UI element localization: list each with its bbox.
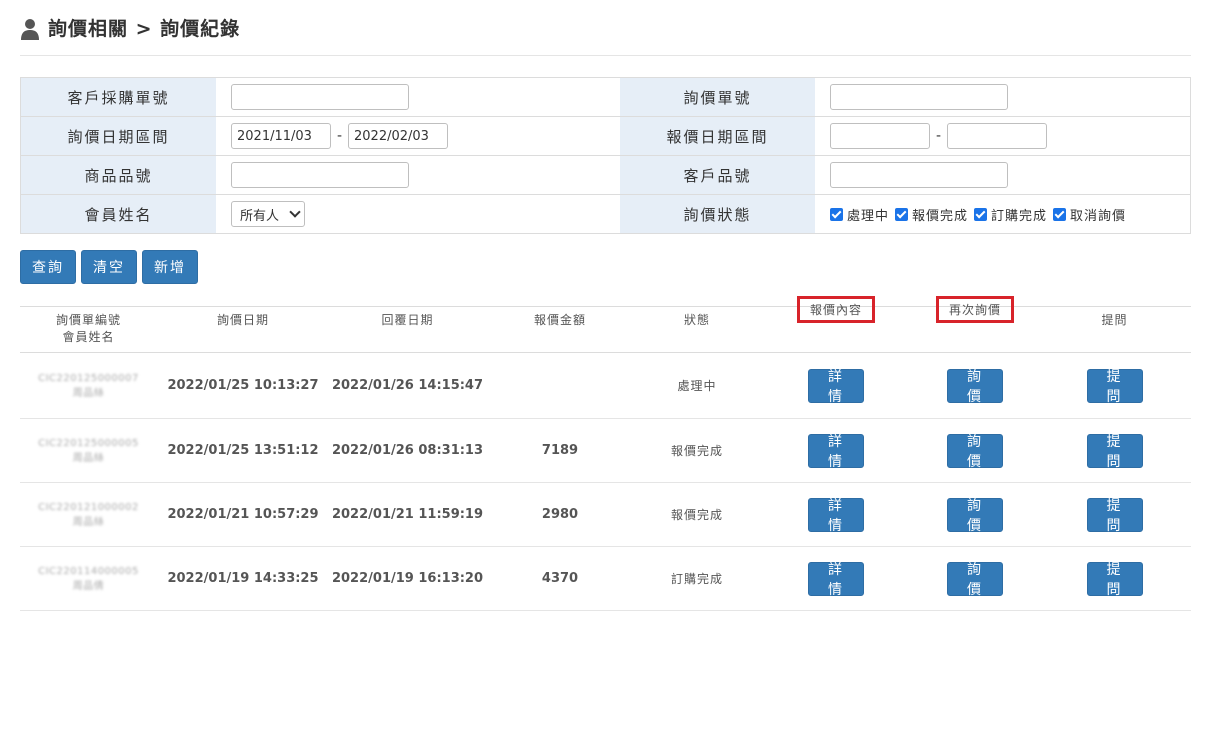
status-option-label: 處理中 (847, 208, 890, 224)
quote-date-from-input[interactable] (830, 123, 930, 149)
status-cell: 處理中 (634, 352, 760, 419)
reinquire-button[interactable]: 詢價 (947, 368, 1003, 405)
clear-button[interactable]: 清空 (81, 250, 137, 284)
amount-cell (486, 352, 634, 419)
header-detail-highlight: 報價內容 (796, 296, 875, 323)
detail-button[interactable]: 詳情 (808, 368, 864, 405)
header-question: 提問 (1038, 306, 1191, 353)
chevron-down-icon (289, 206, 301, 218)
product-no-input[interactable] (231, 162, 409, 188)
detail-button[interactable]: 詳情 (808, 497, 864, 534)
status-checkbox-quoted[interactable] (895, 207, 909, 221)
status-option-label: 訂購完成 (991, 208, 1048, 224)
page-title: 詢價相關 > 詢價紀錄 (48, 18, 241, 40)
header-reply-date: 回覆日期 (329, 306, 486, 353)
status-option-label: 取消詢價 (1070, 208, 1127, 224)
question-button[interactable]: 提問 (1086, 561, 1143, 598)
customer-po-label: 客戶採購單號 (20, 77, 216, 117)
amount-cell: 4370 (486, 546, 634, 611)
status-cell: 報價完成 (634, 482, 760, 547)
user-icon (20, 18, 40, 40)
reinquire-button[interactable]: 詢價 (947, 433, 1003, 470)
inquiry-id: CIC220125000005 (38, 437, 139, 449)
reply-date-cell: 2022/01/26 08:31:13 (329, 418, 486, 483)
header-amount: 報價金額 (486, 306, 634, 353)
date-separator: - (336, 127, 343, 144)
reply-date-cell: 2022/01/19 16:13:20 (329, 546, 486, 611)
quote-date-label: 報價日期區間 (620, 116, 815, 156)
status-checkbox-group: 處理中 報價完成 訂購完成 取消詢價 (830, 205, 1190, 224)
reinquire-button[interactable]: 詢價 (947, 561, 1003, 598)
inquiry-date-cell: 2022/01/21 10:57:29 (157, 482, 329, 547)
inquiry-date-label: 詢價日期區間 (20, 116, 216, 156)
action-buttons: 查詢 清空 新增 (20, 250, 1191, 284)
page: 詢價相關 > 詢價紀錄 客戶採購單號 詢價單號 詢價日期區間 - 報價日期區間 … (20, 0, 1191, 611)
status-cell: 訂購完成 (634, 546, 760, 611)
member-select[interactable]: 所有人 (231, 201, 305, 227)
header-reinquire: 再次詢價 (912, 296, 1038, 353)
status-checkbox-processing[interactable] (830, 207, 843, 221)
member-select-value: 所有人 (240, 208, 280, 224)
reply-date-cell: 2022/01/21 11:59:19 (329, 482, 486, 547)
search-form: 客戶採購單號 詢價單號 詢價日期區間 - 報價日期區間 - 商品品號 客戶 (20, 77, 1191, 234)
amount-cell: 7189 (486, 418, 634, 483)
inquiry-date-cell: 2022/01/19 14:33:25 (157, 546, 329, 611)
status-checkbox-ordered[interactable] (974, 207, 988, 221)
inquiry-date-cell: 2022/01/25 10:13:27 (157, 352, 329, 419)
header-reinquire-highlight: 再次詢價 (935, 296, 1014, 323)
reply-date-cell: 2022/01/26 14:15:47 (329, 352, 486, 419)
inquiry-id: CIC220114000005 (38, 565, 139, 577)
reinquire-button[interactable]: 詢價 (947, 497, 1003, 534)
query-button[interactable]: 查詢 (20, 250, 76, 284)
header-id-line2: 會員姓名 (62, 330, 115, 344)
inquiry-no-label: 詢價單號 (620, 77, 815, 117)
member-name: 周品絲 (72, 387, 105, 399)
customer-part-input[interactable] (830, 162, 1008, 188)
customer-part-label: 客戶品號 (620, 155, 815, 195)
date-separator: - (935, 127, 942, 144)
inquiry-date-cell: 2022/01/25 13:51:12 (157, 418, 329, 483)
inquiry-id-cell: CIC220125000007 周品絲 (20, 352, 157, 419)
quote-date-to-input[interactable] (947, 123, 1047, 149)
inquiry-no-input[interactable] (830, 84, 1008, 110)
status-label: 詢價狀態 (620, 194, 815, 234)
detail-button[interactable]: 詳情 (808, 561, 864, 598)
page-header: 詢價相關 > 詢價紀錄 (20, 0, 1191, 56)
question-button[interactable]: 提問 (1086, 368, 1143, 405)
inquiry-id-cell: CIC220125000005 周品絲 (20, 418, 157, 483)
header-status: 狀態 (634, 306, 760, 353)
table-row: CIC220125000005 周品絲 2022/01/25 13:51:12 2… (20, 418, 1191, 483)
inquiry-id: CIC220121000002 (38, 501, 139, 513)
table-row: CIC220114000005 周品倩 2022/01/19 14:33:25 2… (20, 546, 1191, 611)
table-row: CIC220121000002 周品絲 2022/01/21 10:57:29 2… (20, 482, 1191, 547)
inquiry-date-to-input[interactable] (348, 123, 448, 149)
amount-cell: 2980 (486, 482, 634, 547)
question-button[interactable]: 提問 (1086, 433, 1143, 470)
member-label: 會員姓名 (20, 194, 216, 234)
header-detail: 報價內容 (760, 296, 912, 353)
inquiry-results-table: 詢價單編號 會員姓名 詢價日期 回覆日期 報價金額 狀態 報價內容 再次詢價 提… (20, 296, 1191, 611)
add-button[interactable]: 新增 (142, 250, 198, 284)
inquiry-id-cell: CIC220114000005 周品倩 (20, 546, 157, 611)
member-name: 周品絲 (72, 516, 105, 528)
table-row: CIC220125000007 周品絲 2022/01/25 10:13:27 2… (20, 352, 1191, 419)
header-id-line1: 詢價單編號 (55, 313, 121, 327)
customer-po-input[interactable] (231, 84, 409, 110)
status-checkbox-cancelled[interactable] (1053, 207, 1067, 221)
member-name: 周品絲 (72, 452, 105, 464)
status-cell: 報價完成 (634, 418, 760, 483)
member-name: 周品倩 (72, 580, 105, 592)
header-inquiry-date: 詢價日期 (157, 306, 329, 353)
product-no-label: 商品品號 (20, 155, 216, 195)
detail-button[interactable]: 詳情 (808, 433, 864, 470)
inquiry-date-from-input[interactable] (231, 123, 331, 149)
inquiry-id-cell: CIC220121000002 周品絲 (20, 482, 157, 547)
inquiry-id: CIC220125000007 (38, 372, 139, 384)
status-option-label: 報價完成 (912, 208, 969, 224)
header-id: 詢價單編號 會員姓名 (20, 306, 157, 353)
question-button[interactable]: 提問 (1086, 497, 1143, 534)
table-header-row: 詢價單編號 會員姓名 詢價日期 回覆日期 報價金額 狀態 報價內容 再次詢價 提… (20, 296, 1191, 353)
